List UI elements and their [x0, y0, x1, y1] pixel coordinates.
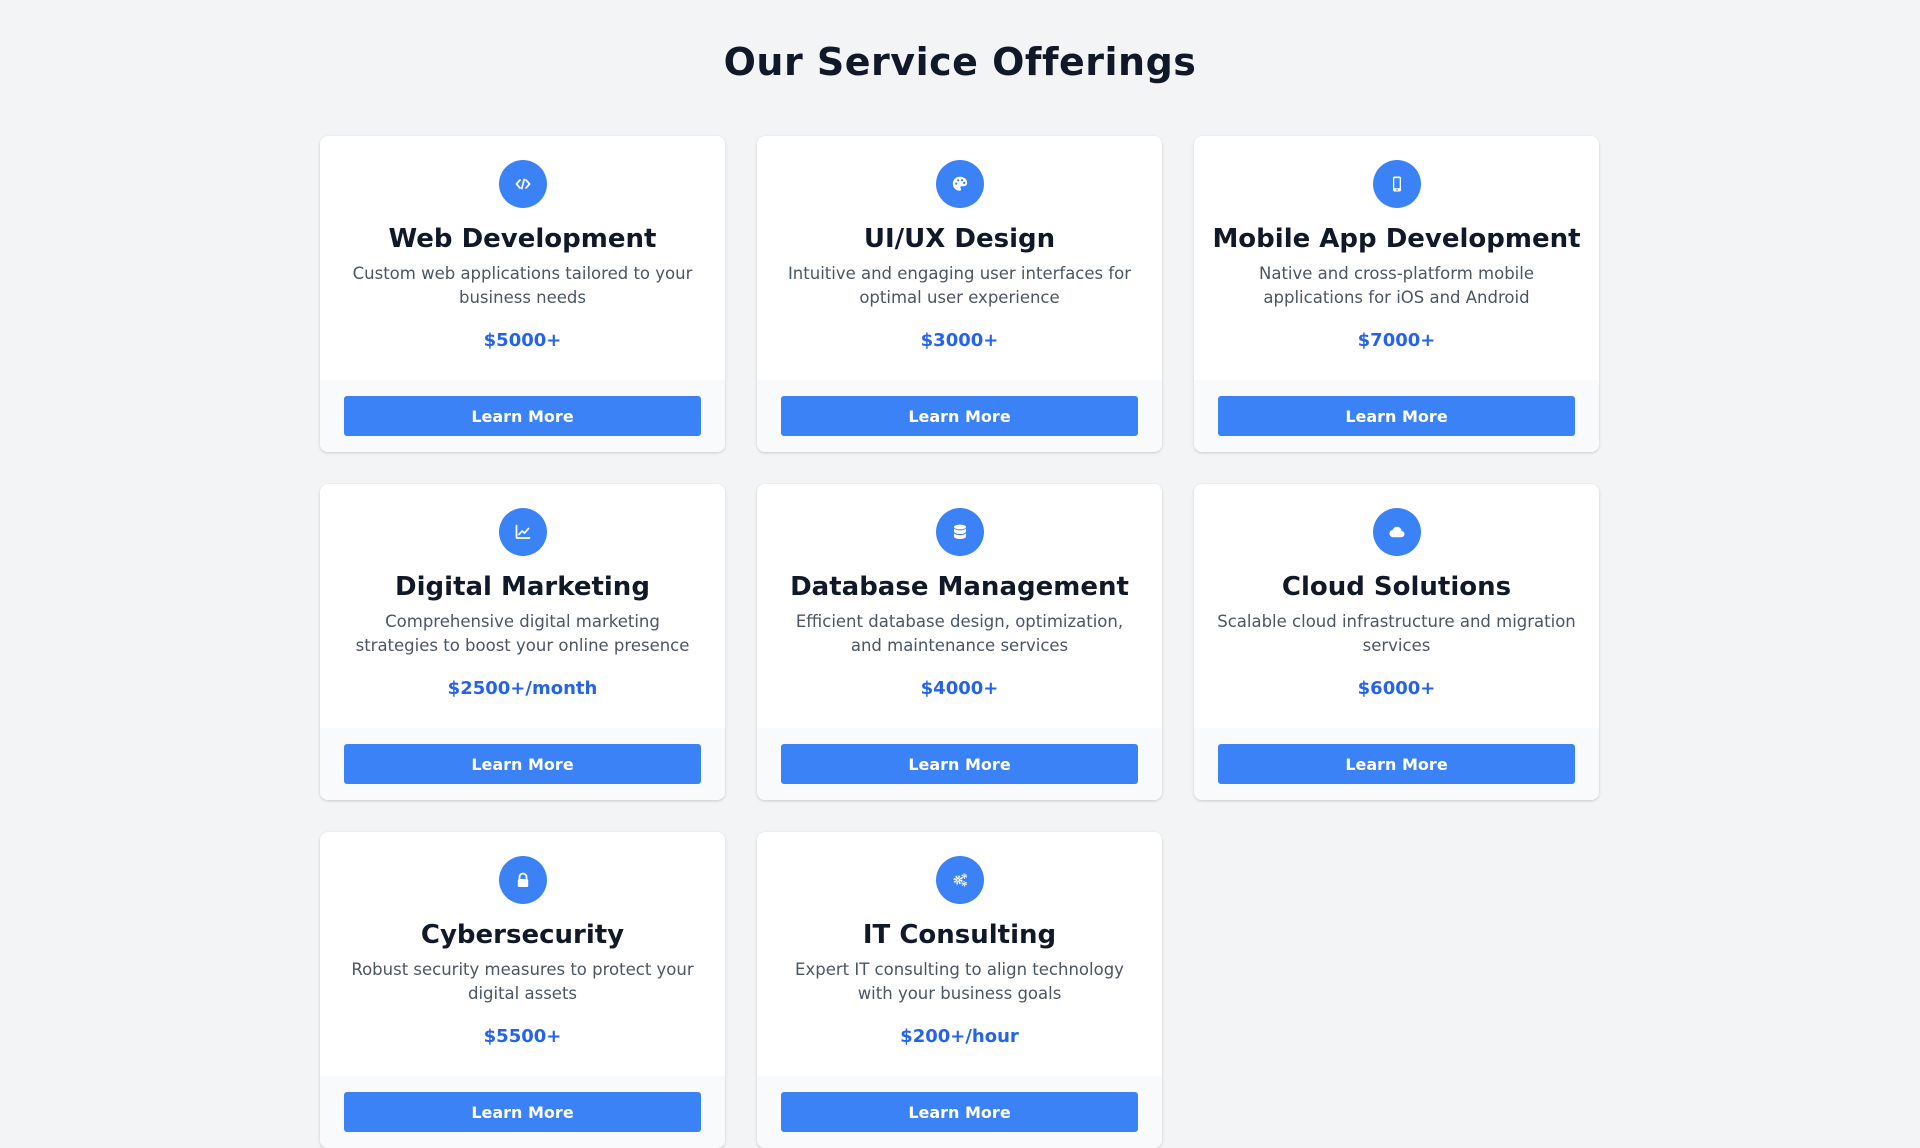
service-card-ui-ux-design: UI/UX Design Intuitive and engaging user…: [757, 136, 1162, 452]
card-body: Database Management Efficient database d…: [757, 484, 1162, 728]
code-icon: [498, 160, 547, 208]
service-description: Efficient database design, optimization,…: [795, 612, 1124, 655]
lock-icon: [498, 856, 547, 904]
mobile-phone-icon: [1372, 160, 1421, 208]
card-body: Mobile App Development Native and cross-…: [1194, 136, 1599, 380]
gears-icon: [935, 856, 984, 904]
card-body: IT Consulting Expert IT consulting to al…: [757, 832, 1162, 1076]
page-title: Our Service Offerings: [723, 40, 1197, 84]
service-card-cloud-solutions: Cloud Solutions Scalable cloud infrastru…: [1194, 484, 1599, 800]
learn-more-button[interactable]: Learn More: [781, 744, 1138, 784]
chart-line-icon: [498, 508, 547, 556]
card-footer: Learn More: [757, 1076, 1162, 1148]
service-card-web-development: Web Development Custom web applications …: [320, 136, 725, 452]
learn-more-button[interactable]: Learn More: [344, 396, 701, 436]
service-card-digital-marketing: Digital Marketing Comprehensive digital …: [320, 484, 725, 800]
service-card-database-management: Database Management Efficient database d…: [757, 484, 1162, 800]
service-title: Web Development: [388, 224, 657, 254]
palette-icon: [935, 160, 984, 208]
learn-more-button[interactable]: Learn More: [344, 1092, 701, 1132]
card-body: Cybersecurity Robust security measures t…: [320, 832, 725, 1076]
service-title: Mobile App Development: [1212, 224, 1581, 254]
service-description: Comprehensive digital marketing strategi…: [355, 612, 690, 655]
card-body: Cloud Solutions Scalable cloud infrastru…: [1194, 484, 1599, 728]
service-title: Database Management: [790, 572, 1129, 602]
card-footer: Learn More: [320, 1076, 725, 1148]
learn-more-button[interactable]: Learn More: [781, 1092, 1138, 1132]
service-price: $3000+: [920, 330, 999, 351]
card-footer: Learn More: [320, 728, 725, 800]
service-price: $4000+: [920, 678, 999, 699]
service-card-mobile-app-development: Mobile App Development Native and cross-…: [1194, 136, 1599, 452]
service-price: $5000+: [483, 330, 562, 351]
service-description: Native and cross-platform mobile applica…: [1258, 264, 1534, 307]
service-price: $5500+: [483, 1026, 562, 1047]
card-footer: Learn More: [320, 380, 725, 452]
service-price: $7000+: [1357, 330, 1436, 351]
card-footer: Learn More: [757, 728, 1162, 800]
card-footer: Learn More: [1194, 380, 1599, 452]
card-footer: Learn More: [1194, 728, 1599, 800]
service-title: Cloud Solutions: [1281, 572, 1512, 602]
service-description: Scalable cloud infrastructure and migrat…: [1217, 612, 1576, 655]
service-description: Expert IT consulting to align technology…: [795, 960, 1124, 1003]
service-title: UI/UX Design: [863, 224, 1056, 254]
card-body: UI/UX Design Intuitive and engaging user…: [757, 136, 1162, 380]
learn-more-button[interactable]: Learn More: [781, 396, 1138, 436]
learn-more-button[interactable]: Learn More: [1218, 396, 1575, 436]
service-title: Cybersecurity: [420, 920, 625, 950]
service-card-it-consulting: IT Consulting Expert IT consulting to al…: [757, 832, 1162, 1148]
service-title: Digital Marketing: [395, 572, 650, 602]
service-price: $2500+/month: [447, 678, 598, 699]
services-grid: Web Development Custom web applications …: [320, 136, 1600, 1148]
service-card-cybersecurity: Cybersecurity Robust security measures t…: [320, 832, 725, 1148]
service-price: $6000+: [1357, 678, 1436, 699]
service-title: IT Consulting: [862, 920, 1057, 950]
card-body: Digital Marketing Comprehensive digital …: [320, 484, 725, 728]
learn-more-button[interactable]: Learn More: [344, 744, 701, 784]
card-body: Web Development Custom web applications …: [320, 136, 725, 380]
cloud-icon: [1372, 508, 1421, 556]
service-description: Robust security measures to protect your…: [351, 960, 694, 1003]
card-footer: Learn More: [757, 380, 1162, 452]
service-description: Intuitive and engaging user interfaces f…: [787, 264, 1132, 307]
learn-more-button[interactable]: Learn More: [1218, 744, 1575, 784]
service-price: $200+/hour: [900, 1026, 1019, 1047]
database-icon: [935, 508, 984, 556]
service-description: Custom web applications tailored to your…: [352, 264, 693, 307]
